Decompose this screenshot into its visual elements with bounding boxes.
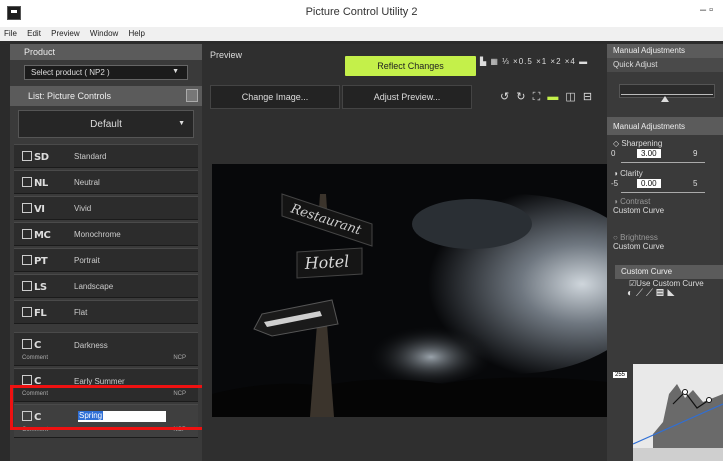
- custom-control-icon: C: [22, 339, 41, 351]
- use-custom-curve-text: Use Custom Curve: [636, 279, 704, 288]
- view-toolbar: ↺ ↻ ⛶ ▬ ◫ ⊟: [500, 90, 594, 104]
- change-image-button[interactable]: Change Image...: [210, 85, 340, 109]
- list-item[interactable]: NL Neutral: [14, 170, 198, 194]
- clarity-slider[interactable]: -5 0.00 5: [607, 178, 723, 192]
- list-item[interactable]: SD Standard: [14, 144, 198, 168]
- adjustments-panel: Manual Adjustments Quick Adjust Manual A…: [607, 44, 723, 461]
- picture-control-icon: LS: [22, 281, 47, 293]
- quick-adjust-header[interactable]: Quick Adjust: [607, 58, 723, 72]
- fit-screen-icon[interactable]: ⛶: [533, 91, 543, 103]
- list-options-icon[interactable]: [186, 89, 198, 102]
- menu-help[interactable]: Help: [125, 27, 149, 38]
- list-item-label: Neutral: [74, 178, 100, 187]
- list-item-label: Darkness: [74, 341, 108, 350]
- list-item-label: Landscape: [74, 282, 114, 291]
- picture-control-icon: NL: [22, 177, 48, 189]
- custom-curve-header[interactable]: Custom Curve: [615, 265, 723, 279]
- reflect-changes-button[interactable]: Reflect Changes: [345, 56, 476, 76]
- list-item-label: Flat: [74, 308, 88, 317]
- preview-panel: Preview Reflect Changes ▙ ▦ ⅓ ×0.5 ×1 ×2…: [202, 44, 607, 461]
- brightness-text: Brightness: [620, 233, 658, 242]
- use-custom-curve-checkbox[interactable]: ☑Use Custom Curve: [607, 279, 723, 288]
- sharpening-min: 0: [611, 149, 616, 158]
- rotate-right-icon[interactable]: ↻: [516, 91, 527, 103]
- comment-label: Comment: [22, 355, 49, 361]
- contrast-label: ◑ Contrast: [607, 197, 723, 206]
- zoom-toolbar[interactable]: ▙ ▦ ⅓ ×0.5 ×1 ×2 ×4 ▬: [480, 57, 588, 66]
- menu-preview[interactable]: Preview: [47, 27, 83, 38]
- sharpening-slider[interactable]: 0 3.00 9: [607, 148, 723, 162]
- preview-footer: [212, 417, 607, 461]
- menu-edit[interactable]: Edit: [23, 27, 45, 38]
- clarity-min: -5: [611, 179, 619, 188]
- rotate-left-icon[interactable]: ↺: [500, 91, 511, 103]
- menu-file[interactable]: File: [0, 27, 21, 38]
- picture-control-icon: SD: [22, 151, 49, 163]
- product-select-value: Select product ( NP2 ): [31, 68, 110, 77]
- picture-control-icon: PT: [22, 255, 48, 267]
- list-item[interactable]: PT Portrait: [14, 248, 198, 272]
- reset-icon[interactable]: ◑: [613, 169, 620, 178]
- list-header: List: Picture Controls: [10, 86, 202, 106]
- preview-photo-drawing: Restaurant Hotel: [212, 164, 607, 417]
- reset-icon[interactable]: ◑: [613, 197, 620, 206]
- brightness-label: ○ Brightness: [607, 233, 723, 242]
- minimize-button[interactable]: – ▫: [700, 4, 713, 16]
- list-item[interactable]: LS Landscape: [14, 274, 198, 298]
- single-view-icon[interactable]: ▬: [547, 91, 560, 103]
- reset-icon[interactable]: ○: [613, 233, 620, 242]
- curve-drawing: [633, 384, 723, 461]
- list-item-label: Vivid: [74, 204, 92, 213]
- split-view-icon[interactable]: ◫: [565, 91, 577, 103]
- product-select[interactable]: Select product ( NP2 ) ▼: [24, 65, 188, 80]
- curve-tools[interactable]: ◐⟋⟋▤◣: [607, 288, 723, 299]
- default-select[interactable]: Default ▼: [18, 110, 194, 138]
- product-header[interactable]: Product: [10, 44, 202, 60]
- picture-control-icon: VI: [22, 203, 45, 215]
- curve-output-value[interactable]: 255: [613, 372, 628, 378]
- ncp-badge: NCP: [173, 355, 186, 361]
- clarity-text: Clarity: [620, 169, 643, 178]
- picture-control-icon: MC: [22, 229, 51, 241]
- contrast-text: Contrast: [620, 197, 651, 206]
- custom-curve-note: Custom Curve: [613, 206, 665, 215]
- default-select-value: Default: [90, 119, 122, 130]
- window-title: Picture Control Utility 2: [305, 6, 418, 18]
- chevron-down-icon: ▼: [178, 120, 185, 127]
- clarity-max: 5: [693, 179, 698, 188]
- list-item-label: Portrait: [74, 256, 100, 265]
- menu-bar: File Edit Preview Window Help: [0, 27, 723, 41]
- selection-highlight: [10, 385, 206, 430]
- menu-window[interactable]: Window: [86, 27, 122, 38]
- clarity-label: ◑ Clarity: [607, 169, 723, 178]
- list-item-label: Monochrome: [74, 230, 121, 239]
- custom-curve-note: Custom Curve: [613, 242, 665, 251]
- slider-thumb[interactable]: [661, 96, 669, 102]
- custom-list-item[interactable]: C Darkness Comment NCP: [14, 332, 198, 366]
- preview-image[interactable]: Restaurant Hotel: [212, 164, 607, 417]
- list-item-label: Standard: [74, 152, 107, 161]
- sharpening-max: 9: [693, 149, 698, 158]
- list-item[interactable]: FL Flat: [14, 300, 198, 324]
- manual-adjustments-header[interactable]: Manual Adjustments: [607, 44, 723, 58]
- chevron-down-icon: ▼: [172, 68, 179, 75]
- sign-hotel: Hotel: [303, 252, 350, 273]
- compare-view-icon[interactable]: ⊟: [583, 91, 594, 103]
- sharpening-text: Sharpening: [621, 139, 663, 148]
- manual-adjustments-subheader[interactable]: Manual Adjustments: [607, 117, 723, 135]
- list-item[interactable]: VI Vivid: [14, 196, 198, 220]
- title-bar: Picture Control Utility 2 – ▫: [0, 0, 723, 27]
- clarity-value[interactable]: 0.00: [637, 179, 661, 188]
- picture-control-icon: FL: [22, 307, 47, 319]
- adjust-preview-button[interactable]: Adjust Preview...: [342, 85, 472, 109]
- list-header-label: List: Picture Controls: [28, 91, 112, 101]
- quick-adjust-slider[interactable]: [607, 72, 723, 112]
- curve-graph[interactable]: [633, 364, 723, 461]
- preview-header: Preview: [210, 50, 243, 60]
- list-item[interactable]: MC Monochrome: [14, 222, 198, 246]
- sharpening-label: ◇ Sharpening: [607, 139, 723, 148]
- sharpening-value[interactable]: 3.00: [637, 149, 661, 158]
